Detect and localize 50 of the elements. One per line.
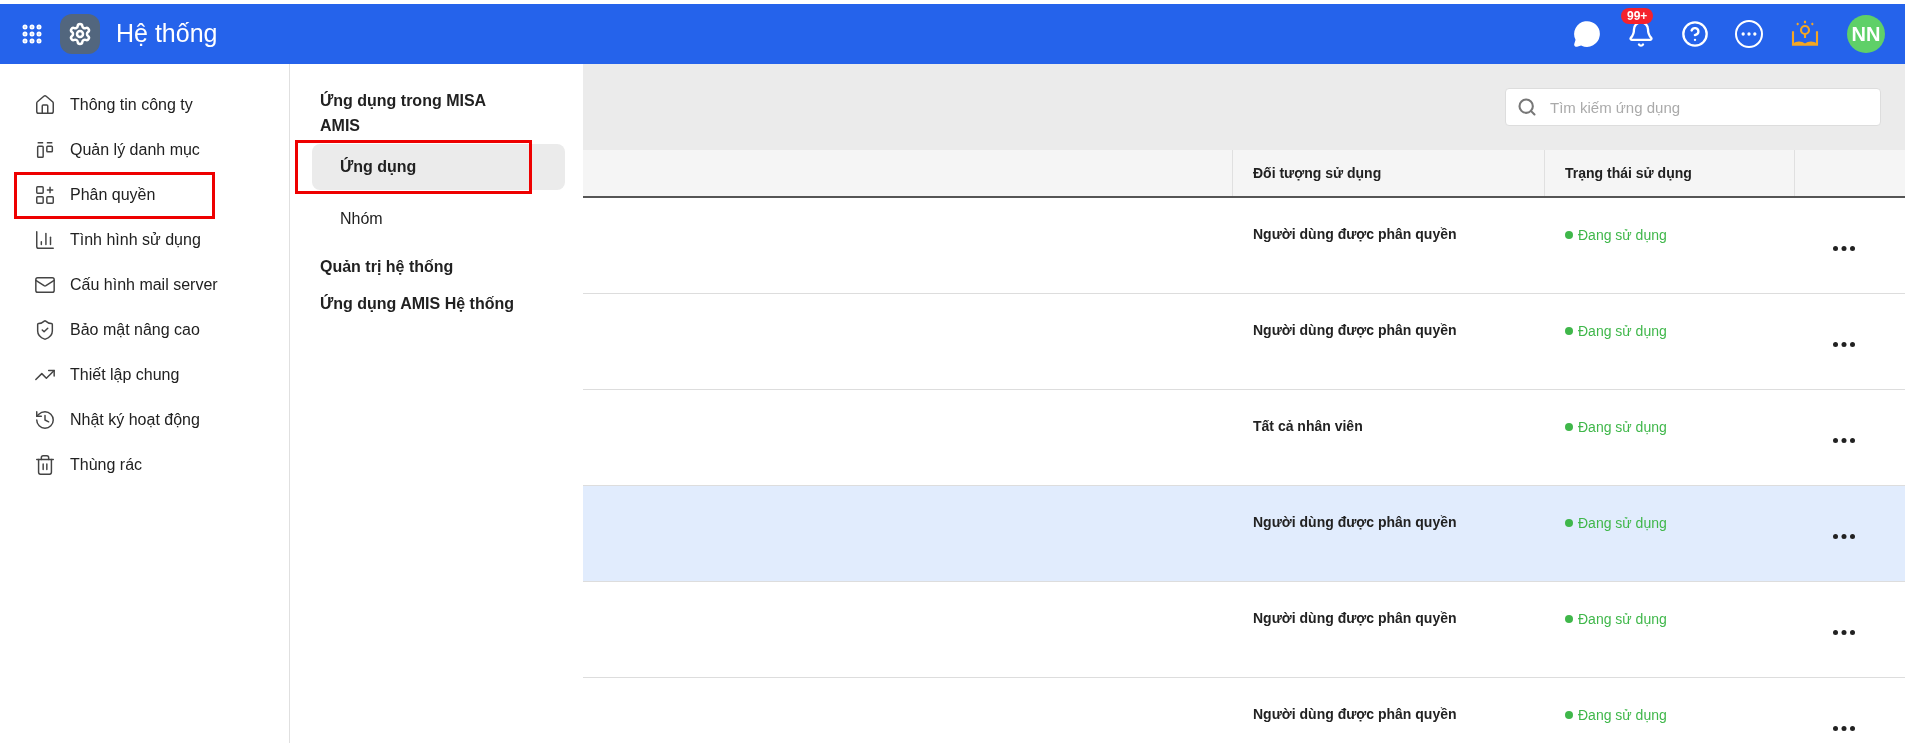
more-icon <box>1833 246 1855 251</box>
table-cell: Người dùng được phân quyền <box>1253 514 1457 530</box>
status-label: Đang sử dụng <box>1565 704 1667 726</box>
sidebar-item[interactable]: Tình hình sử dụng <box>34 227 201 252</box>
status-label: Đang sử dụng <box>1565 512 1667 534</box>
home-icon <box>34 93 56 116</box>
sidebar-item[interactable]: Quản lý danh mục <box>34 137 200 162</box>
submenu-item[interactable]: Nhóm <box>312 196 565 242</box>
notification-badge: 99+ <box>1621 8 1654 24</box>
sidebar-item[interactable]: Thùng rác <box>34 452 143 477</box>
help-icon[interactable] <box>1681 20 1709 48</box>
chat-icon[interactable] <box>1573 20 1601 48</box>
table-cell: Người dùng được phân quyền <box>1253 706 1457 722</box>
sidebar-item[interactable]: Thông tin công ty <box>34 92 193 117</box>
search-icon <box>1517 97 1537 117</box>
sidebar-item[interactable]: Cấu hình mail server <box>34 272 218 297</box>
more-icon <box>1833 534 1855 539</box>
more-icon <box>1833 630 1855 635</box>
shield-icon <box>34 318 56 341</box>
column-header: Trạng thái sử dụng <box>1545 150 1795 196</box>
column-header: Đối tượng sử dụng <box>1233 150 1545 196</box>
table-cell: Tất cả nhân viên <box>1253 418 1363 434</box>
app-title: Hệ thống <box>116 18 218 50</box>
submenu-group-title[interactable]: Quản trị hệ thống <box>320 254 520 279</box>
table-cell: Người dùng được phân quyền <box>1253 226 1457 242</box>
more-icon <box>1833 726 1855 731</box>
submenu-group-title[interactable]: Ứng dụng AMIS Hệ thống <box>320 291 520 316</box>
submenu-item[interactable]: Ứng dụng <box>312 144 565 190</box>
table-cell: Người dùng được phân quyền <box>1253 610 1457 626</box>
table-cell: Người dùng được phân quyền <box>1253 322 1457 338</box>
trash-icon <box>34 453 56 476</box>
table-row[interactable]: Người dùng được phân quyền Đang sử dụng <box>583 486 1905 582</box>
status-label: Đang sử dụng <box>1565 224 1667 246</box>
submenu-group-title[interactable]: Ứng dụng trong MISA AMIS <box>320 88 520 138</box>
status-label: Đang sử dụng <box>1565 608 1667 630</box>
grid-plus-icon <box>34 183 56 206</box>
history-icon <box>34 408 56 431</box>
search-field[interactable]: Tìm kiếm ứng dụng <box>1505 88 1881 126</box>
more-icon <box>1833 438 1855 443</box>
sidebar-item[interactable]: Thiết lập chung <box>34 362 180 387</box>
status-label: Đang sử dụng <box>1565 416 1667 438</box>
sidebar-item[interactable]: Phân quyền <box>34 182 156 207</box>
more-icon[interactable] <box>1735 20 1763 48</box>
status-label: Đang sử dụng <box>1565 320 1667 342</box>
bar-chart-icon <box>34 228 56 251</box>
sidebar-item[interactable]: Bảo mật nâng cao <box>34 317 200 342</box>
app-menu-icon[interactable] <box>20 22 44 46</box>
settings-app-icon <box>60 14 100 54</box>
more-icon <box>1833 342 1855 347</box>
sidebar-item[interactable]: Nhật ký hoạt động <box>34 407 200 432</box>
